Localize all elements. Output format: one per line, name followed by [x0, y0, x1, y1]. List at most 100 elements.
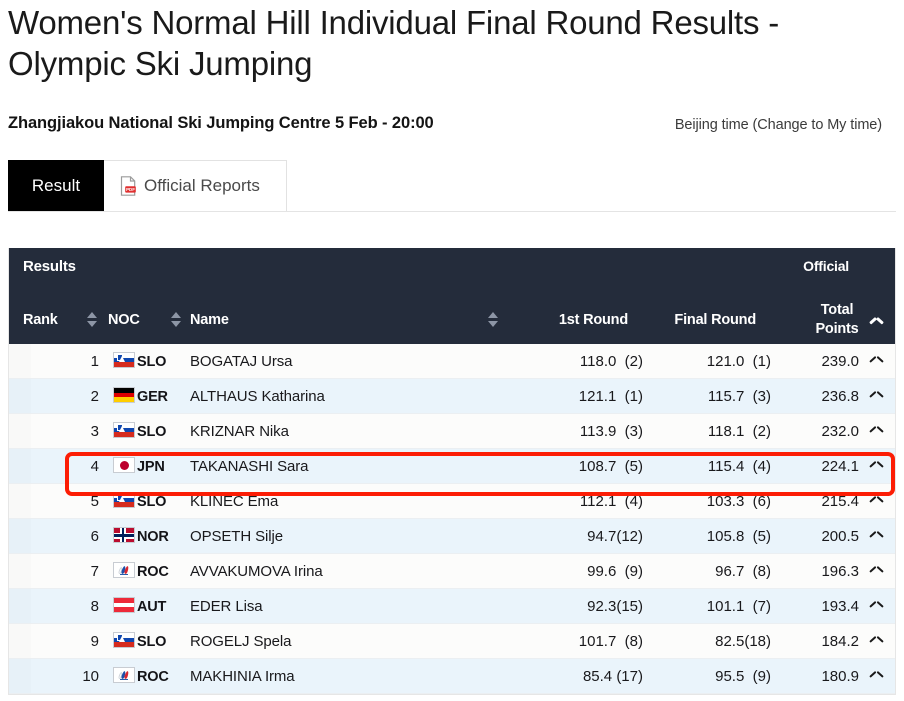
cell-rank: 4	[90, 458, 99, 475]
tab-result-label: Result	[31, 176, 81, 195]
cell-name: AVVAKUMOVA Irina	[190, 563, 323, 580]
table-row[interactable]: 5 SLO KLINEC Ema 112.1 (4) 103.3 (6) 215.4	[9, 484, 895, 519]
cell-name: ROGELJ Spela	[190, 633, 292, 650]
row-expand-chevron-icon[interactable]	[870, 672, 883, 681]
cell-total-points: 184.2	[821, 633, 859, 650]
column-header-total-line2: Points	[815, 321, 859, 337]
row-gutter	[9, 414, 31, 448]
cell-first-round: 92.3(15)	[587, 598, 643, 615]
row-gutter	[9, 554, 31, 588]
cell-total-points: 232.0	[821, 423, 859, 440]
cell-first-round: 112.1 (4)	[579, 493, 643, 510]
flag-icon-roc	[113, 667, 135, 683]
cell-total-points: 193.4	[821, 598, 859, 615]
cell-name: KRIZNAR Nika	[190, 423, 289, 440]
table-row[interactable]: 2 GER ALTHAUS Katharina 121.1 (1) 115.7 (3) 2…	[9, 379, 895, 414]
cell-rank: 8	[90, 598, 99, 615]
flag-icon-slo	[113, 492, 135, 508]
sort-chevron-up-icon[interactable]	[870, 318, 883, 327]
column-header-name[interactable]: Name	[190, 312, 229, 328]
row-expand-chevron-icon[interactable]	[870, 602, 883, 611]
tab-result[interactable]: Result	[8, 160, 104, 212]
flag-icon-slo	[113, 352, 135, 368]
table-header-top: Results Official	[9, 248, 895, 286]
cell-first-round: 121.1 (1)	[578, 388, 643, 405]
status-badge: Official	[803, 258, 849, 274]
row-expand-chevron-icon[interactable]	[870, 567, 883, 576]
table-row[interactable]: 10 ROC MAKHINIA Irma 85.4 (17) 95.5 (9) 180.9	[9, 659, 895, 694]
cell-noc: GER	[137, 388, 168, 405]
column-header-first-round[interactable]: 1st Round	[559, 312, 628, 328]
table-row[interactable]: 6 NOR OPSETH Silje 94.7(12) 105.8 (5) 200.5	[9, 519, 895, 554]
row-expand-chevron-icon[interactable]	[870, 427, 883, 436]
cell-noc: SLO	[137, 423, 167, 440]
tab-bar: Result PDF Official Reports	[8, 160, 287, 212]
column-header-noc[interactable]: NOC	[108, 312, 140, 328]
cell-noc: SLO	[137, 633, 167, 650]
cell-first-round: 85.4 (17)	[582, 668, 643, 685]
timezone-toggle-link[interactable]: Beijing time (Change to My time)	[675, 117, 882, 133]
table-row[interactable]: 1 SLO BOGATAJ Ursa 118.0 (2) 121.0 (1) 239.0	[9, 344, 895, 379]
table-body: 1 SLO BOGATAJ Ursa 118.0 (2) 121.0 (1) 239.0 2…	[9, 344, 895, 694]
row-gutter	[9, 519, 31, 553]
cell-rank: 6	[90, 528, 99, 545]
row-expand-chevron-icon[interactable]	[870, 462, 883, 471]
cell-total-points: 180.9	[821, 668, 859, 685]
cell-final-round: 121.0 (1)	[706, 353, 771, 370]
sort-name-icon[interactable]	[171, 312, 182, 332]
cell-total-points: 224.1	[821, 458, 859, 475]
table-header: Results Official Rank NOC Name 1st Round…	[9, 248, 895, 344]
row-expand-chevron-icon[interactable]	[870, 532, 883, 541]
table-row[interactable]: 9 SLO ROGELJ Spela 101.7 (8) 82.5(18) 184.2	[9, 624, 895, 659]
table-column-headers: Rank NOC Name 1st Round Final Round Tota…	[9, 286, 895, 344]
tab-official-reports-label: Official Reports	[144, 176, 260, 195]
row-gutter	[9, 449, 31, 483]
cell-name: TAKANASHI Sara	[190, 458, 309, 475]
cell-noc: ROC	[137, 668, 169, 685]
row-expand-chevron-icon[interactable]	[870, 637, 883, 646]
table-row[interactable]: 4 JPN TAKANASHI Sara 108.7 (5) 115.4 (4) 224.…	[9, 449, 895, 484]
cell-name: BOGATAJ Ursa	[190, 353, 293, 370]
row-expand-chevron-icon[interactable]	[870, 497, 883, 506]
cell-final-round: 115.4 (4)	[707, 458, 771, 475]
table-row[interactable]: 7 ROC AVVAKUMOVA Irina 99.6 (9) 96.7 (8) 196.…	[9, 554, 895, 589]
cell-noc: ROC	[137, 563, 169, 580]
page-title: Women's Normal Hill Individual Final Rou…	[8, 4, 780, 82]
cell-final-round: 95.5 (9)	[715, 668, 771, 685]
tab-official-reports[interactable]: PDF Official Reports	[104, 160, 287, 212]
cell-noc: SLO	[137, 353, 167, 370]
row-gutter	[9, 379, 31, 413]
cell-total-points: 196.3	[821, 563, 859, 580]
column-header-total-points[interactable]: Total Points	[812, 301, 862, 339]
cell-final-round: 96.7 (8)	[715, 563, 771, 580]
results-table: Results Official Rank NOC Name 1st Round…	[8, 248, 896, 695]
cell-first-round: 118.0 (2)	[579, 353, 643, 370]
column-header-rank[interactable]: Rank	[23, 312, 58, 328]
cell-final-round: 105.8 (5)	[706, 528, 771, 545]
cell-final-round: 101.1 (7)	[706, 598, 771, 615]
flag-icon-jpn	[113, 457, 135, 473]
cell-final-round: 82.5(18)	[715, 633, 771, 650]
cell-name: MAKHINIA Irma	[190, 668, 295, 685]
svg-text:PDF: PDF	[126, 187, 135, 192]
flag-icon-ger	[113, 387, 135, 403]
cell-name: OPSETH Silje	[190, 528, 283, 545]
cell-final-round: 103.3 (6)	[706, 493, 771, 510]
pdf-icon: PDF	[120, 176, 137, 196]
flag-icon-slo	[113, 422, 135, 438]
sort-noc-icon[interactable]	[87, 312, 98, 332]
cell-rank: 10	[82, 668, 99, 685]
flag-icon-slo	[113, 632, 135, 648]
row-expand-chevron-icon[interactable]	[870, 392, 883, 401]
row-expand-chevron-icon[interactable]	[870, 357, 883, 366]
cell-noc: NOR	[137, 528, 169, 545]
column-header-final-round[interactable]: Final Round	[674, 312, 756, 328]
row-gutter	[9, 484, 31, 518]
cell-first-round: 108.7 (5)	[578, 458, 643, 475]
cell-first-round: 94.7(12)	[587, 528, 643, 545]
cell-total-points: 200.5	[821, 528, 859, 545]
table-row[interactable]: 8 AUT EDER Lisa 92.3(15) 101.1 (7) 193.4	[9, 589, 895, 624]
cell-first-round: 113.9 (3)	[579, 423, 643, 440]
sort-secondary-icon[interactable]	[488, 312, 499, 332]
table-row[interactable]: 3 SLO KRIZNAR Nika 113.9 (3) 118.1 (2) 232.0	[9, 414, 895, 449]
